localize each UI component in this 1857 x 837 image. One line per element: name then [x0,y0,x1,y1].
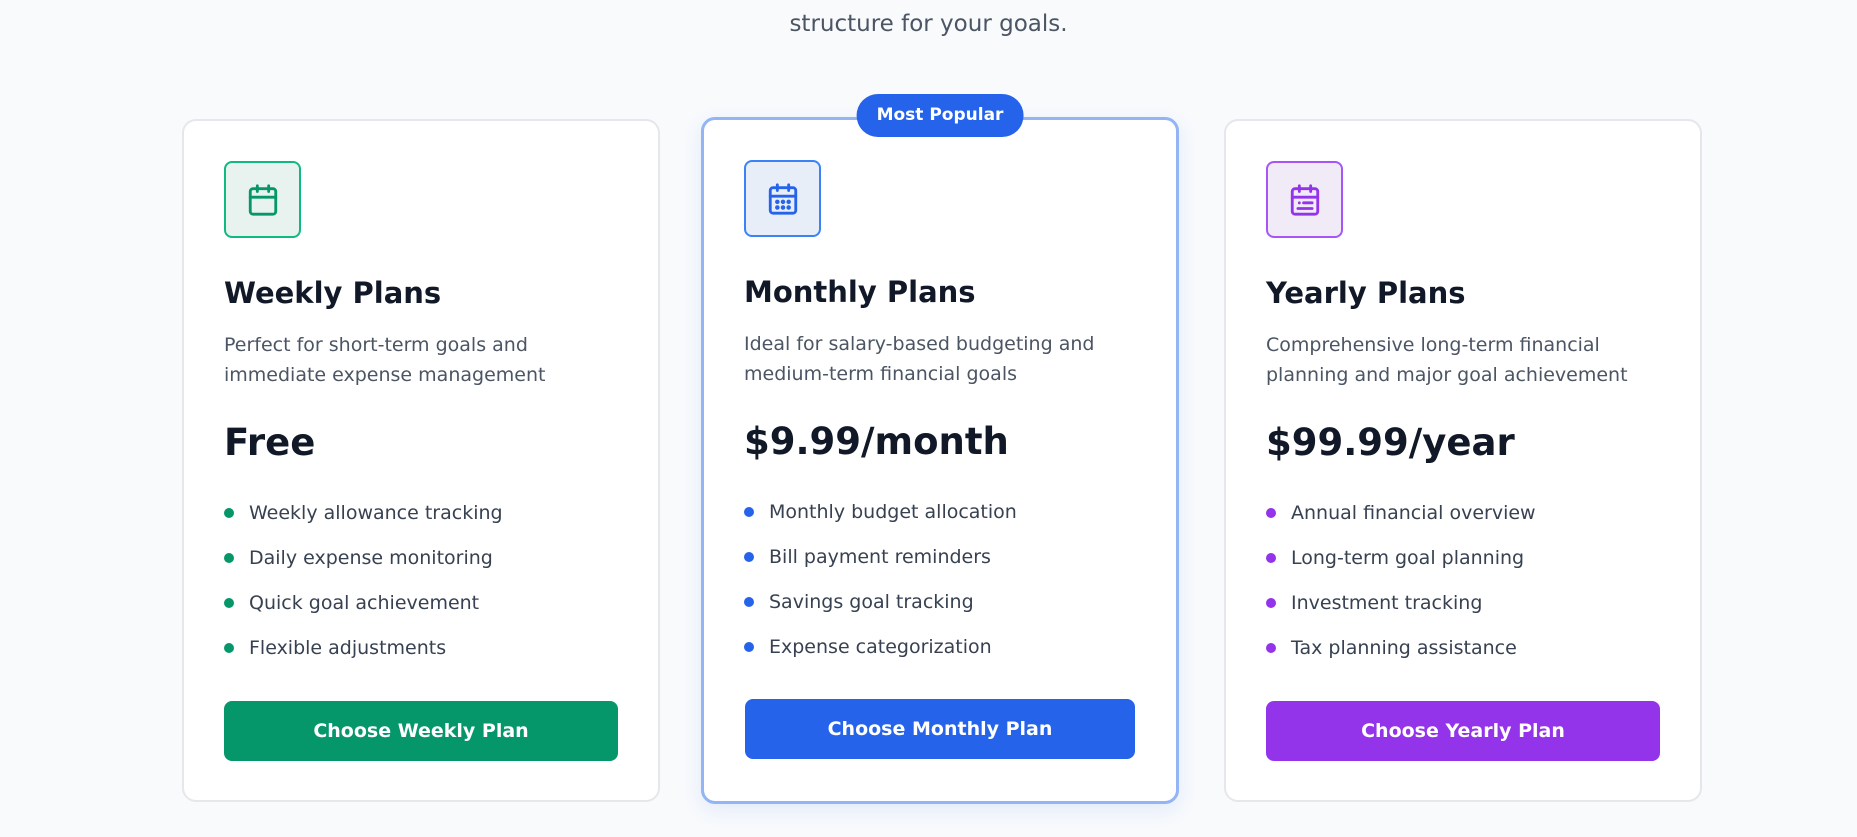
bullet-dot-icon [1266,642,1276,653]
plan-title: Yearly Plans [1266,276,1466,310]
feature-label: Savings goal tracking [769,590,974,613]
plan-card-yearly: Yearly Plans Comprehensive long-term fin… [1224,119,1702,802]
intro-subtitle: structure for your goals. [789,11,1068,37]
feature-item: Bill payment reminders [744,534,1136,579]
plan-description: Perfect for short-term goals and immedia… [224,334,546,386]
calendar-days-icon [744,160,821,237]
plan-description: Comprehensive long-term financial planni… [1266,334,1628,386]
bullet-dot-icon [1266,597,1276,608]
bullet-dot-icon [744,551,754,562]
feature-item: Quick goal achievement [224,580,618,625]
bullet-dot-icon [224,507,234,518]
plan-price: Free [224,421,316,464]
plan-price: $9.99/month [744,420,1009,463]
feature-label: Daily expense monitoring [249,546,493,569]
feature-list: Monthly budget allocation Bill payment r… [744,489,1136,669]
choose-weekly-plan-button[interactable]: Choose Weekly Plan [224,701,618,761]
feature-label: Long-term goal planning [1291,546,1525,569]
feature-label: Expense categorization [769,635,992,658]
pricing-cards: Weekly Plans Perfect for short-term goal… [182,94,1702,804]
feature-item: Tax planning assistance [1266,625,1660,670]
plan-title: Monthly Plans [744,275,976,309]
plan-card-weekly: Weekly Plans Perfect for short-term goal… [182,119,660,802]
bullet-dot-icon [224,597,234,608]
choose-monthly-plan-button[interactable]: Choose Monthly Plan [745,699,1135,759]
bullet-dot-icon [744,641,754,652]
bullet-dot-icon [744,596,754,607]
plan-card-monthly: Most Popular Monthly Plans Ideal for sal… [701,94,1179,804]
plan-description: Ideal for salary-based budgeting and med… [744,333,1095,385]
feature-list: Annual financial overview Long-term goal… [1266,490,1660,670]
feature-label: Tax planning assistance [1291,636,1517,659]
plan-title: Weekly Plans [224,276,442,310]
feature-item: Flexible adjustments [224,625,618,670]
bullet-dot-icon [1266,507,1276,518]
feature-item: Savings goal tracking [744,579,1136,624]
feature-item: Annual financial overview [1266,490,1660,535]
calendar-icon [224,161,301,238]
feature-label: Annual financial overview [1291,501,1536,524]
bullet-dot-icon [1266,552,1276,563]
feature-label: Weekly allowance tracking [249,501,503,524]
feature-label: Flexible adjustments [249,636,447,659]
feature-item: Investment tracking [1266,580,1660,625]
feature-label: Investment tracking [1291,591,1483,614]
feature-item: Weekly allowance tracking [224,490,618,535]
feature-label: Quick goal achievement [249,591,480,614]
most-popular-badge: Most Popular [856,94,1024,137]
bullet-dot-icon [224,642,234,653]
feature-item: Long-term goal planning [1266,535,1660,580]
calendar-range-icon [1266,161,1343,238]
feature-item: Monthly budget allocation [744,489,1136,534]
choose-yearly-plan-button[interactable]: Choose Yearly Plan [1266,701,1660,761]
feature-list: Weekly allowance tracking Daily expense … [224,490,618,670]
bullet-dot-icon [744,506,754,517]
feature-label: Monthly budget allocation [769,500,1017,523]
plan-price: $99.99/year [1266,421,1515,464]
feature-item: Expense categorization [744,624,1136,669]
bullet-dot-icon [224,552,234,563]
feature-label: Bill payment reminders [769,545,991,568]
feature-item: Daily expense monitoring [224,535,618,580]
